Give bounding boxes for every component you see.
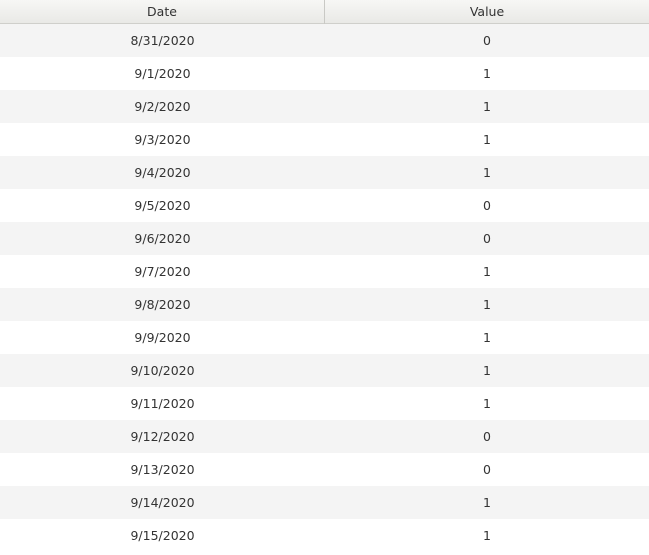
cell-value: 0 bbox=[483, 462, 491, 477]
table-row[interactable]: 9/15/2020 1 bbox=[0, 519, 649, 552]
table-row[interactable]: 9/7/2020 1 bbox=[0, 255, 649, 288]
table-row[interactable]: 9/6/2020 0 bbox=[0, 222, 649, 255]
cell-value: 1 bbox=[483, 66, 491, 81]
cell-date: 9/4/2020 bbox=[134, 165, 191, 180]
table-row[interactable]: 9/14/2020 1 bbox=[0, 486, 649, 519]
cell-value: 1 bbox=[483, 99, 491, 114]
table-row[interactable]: 8/31/2020 0 bbox=[0, 24, 649, 57]
table-row[interactable]: 9/5/2020 0 bbox=[0, 189, 649, 222]
cell-date: 9/3/2020 bbox=[134, 132, 191, 147]
cell-value: 1 bbox=[483, 363, 491, 378]
table-row[interactable]: 9/4/2020 1 bbox=[0, 156, 649, 189]
cell-date: 9/12/2020 bbox=[130, 429, 195, 444]
cell-date: 9/8/2020 bbox=[134, 297, 191, 312]
cell-value: 1 bbox=[483, 264, 491, 279]
cell-value: 1 bbox=[483, 528, 491, 543]
cell-date: 8/31/2020 bbox=[130, 33, 195, 48]
cell-date: 9/11/2020 bbox=[130, 396, 195, 411]
data-grid: Date Value 8/31/2020 0 9/1/2020 1 9/2/2020 1 9… bbox=[0, 0, 649, 555]
table-row[interactable]: 9/2/2020 1 bbox=[0, 90, 649, 123]
table-row[interactable]: 9/12/2020 0 bbox=[0, 420, 649, 453]
cell-value: 0 bbox=[483, 429, 491, 444]
cell-value: 1 bbox=[483, 132, 491, 147]
cell-date: 9/6/2020 bbox=[134, 231, 191, 246]
cell-date: 9/14/2020 bbox=[130, 495, 195, 510]
table-row[interactable]: 9/1/2020 1 bbox=[0, 57, 649, 90]
cell-value: 1 bbox=[483, 495, 491, 510]
cell-date: 9/9/2020 bbox=[134, 330, 191, 345]
column-header-value[interactable]: Value bbox=[325, 0, 649, 24]
grid-header: Date Value bbox=[0, 0, 649, 24]
cell-value: 0 bbox=[483, 198, 491, 213]
cell-date: 9/15/2020 bbox=[130, 528, 195, 543]
cell-date: 9/13/2020 bbox=[130, 462, 195, 477]
cell-date: 9/1/2020 bbox=[134, 66, 191, 81]
cell-value: 1 bbox=[483, 165, 491, 180]
cell-value: 1 bbox=[483, 297, 491, 312]
table-row[interactable]: 9/11/2020 1 bbox=[0, 387, 649, 420]
cell-date: 9/7/2020 bbox=[134, 264, 191, 279]
table-row[interactable]: 9/3/2020 1 bbox=[0, 123, 649, 156]
grid-body: 8/31/2020 0 9/1/2020 1 9/2/2020 1 9/3/2020 1 9/4… bbox=[0, 24, 649, 552]
cell-value: 1 bbox=[483, 396, 491, 411]
table-row[interactable]: 9/13/2020 0 bbox=[0, 453, 649, 486]
cell-date: 9/2/2020 bbox=[134, 99, 191, 114]
cell-value: 0 bbox=[483, 231, 491, 246]
cell-value: 0 bbox=[483, 33, 491, 48]
table-row[interactable]: 9/9/2020 1 bbox=[0, 321, 649, 354]
column-header-date[interactable]: Date bbox=[0, 0, 325, 24]
table-row[interactable]: 9/8/2020 1 bbox=[0, 288, 649, 321]
cell-value: 1 bbox=[483, 330, 491, 345]
table-row[interactable]: 9/10/2020 1 bbox=[0, 354, 649, 387]
cell-date: 9/10/2020 bbox=[130, 363, 195, 378]
cell-date: 9/5/2020 bbox=[134, 198, 191, 213]
